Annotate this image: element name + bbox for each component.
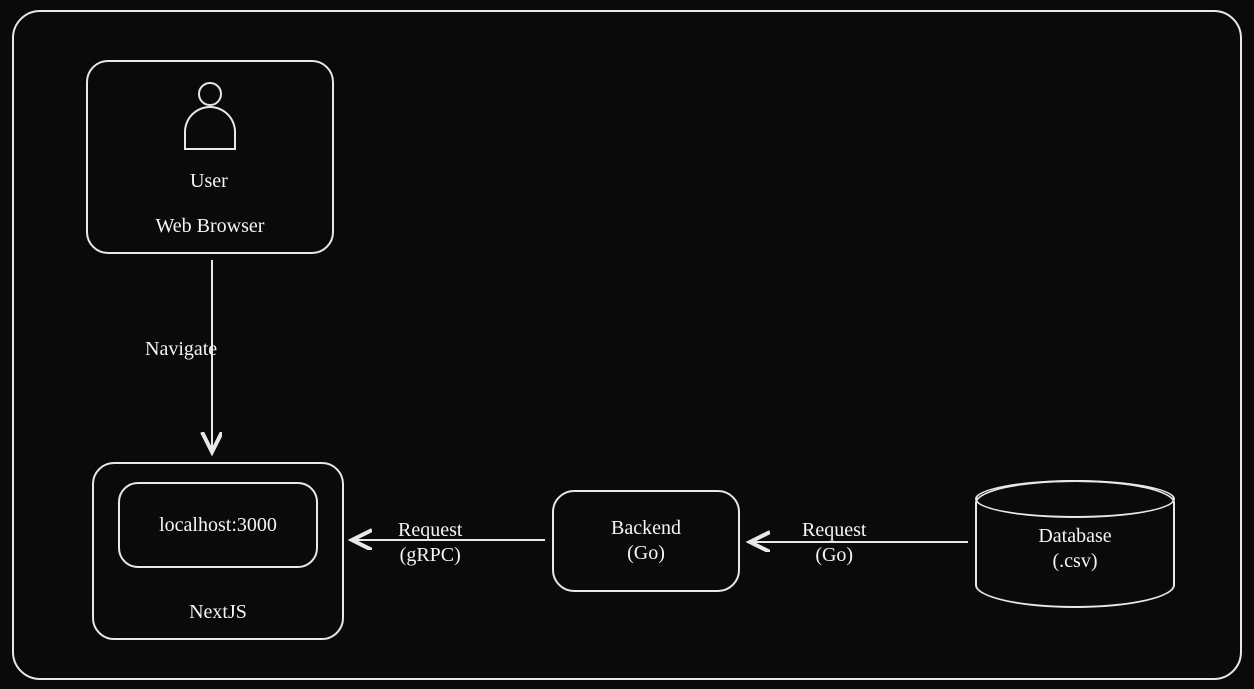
node-localhost: localhost:3000 [118,482,318,568]
backend-title: Backend [611,516,681,541]
user-label: User [190,170,228,193]
database-title: Database [1038,524,1111,549]
web-browser-title: Web Browser [156,215,265,238]
edge-go-line1: Request [802,518,866,543]
database-subtitle: (.csv) [1038,549,1111,574]
node-backend: Backend (Go) [552,490,740,592]
edge-grpc-line2: (gRPC) [398,543,462,568]
edge-navigate-label: Navigate [145,338,217,361]
node-database: Database (.csv) [975,480,1175,608]
edge-grpc-line1: Request [398,518,462,543]
nextjs-title: NextJS [189,601,247,624]
backend-subtitle: (Go) [611,541,681,566]
edge-request-go-label: Request (Go) [802,518,866,568]
edge-go-line2: (Go) [802,543,866,568]
edge-request-grpc-label: Request (gRPC) [398,518,462,568]
user-icon [180,82,240,152]
localhost-label: localhost:3000 [159,514,277,537]
